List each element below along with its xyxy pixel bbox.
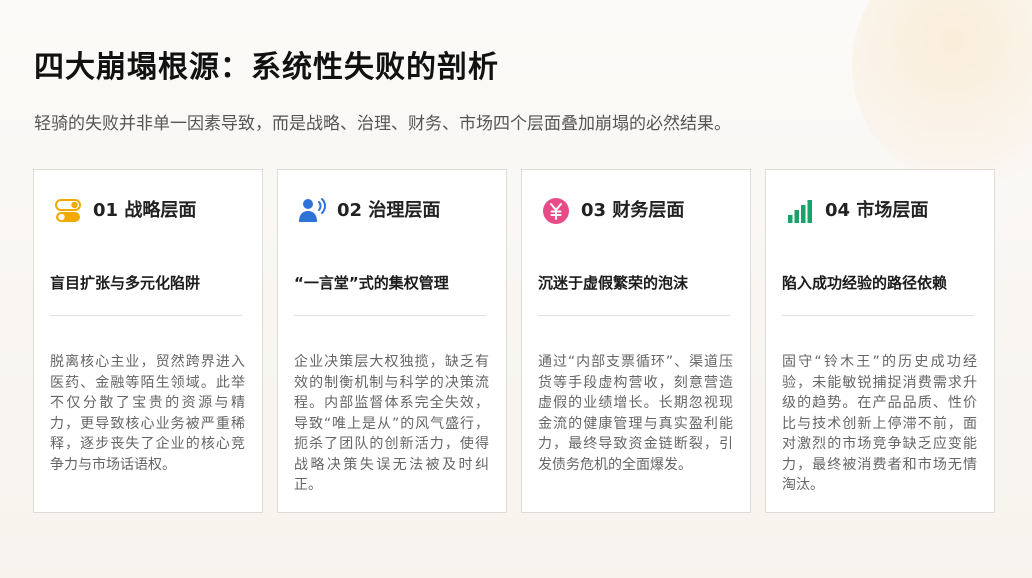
card-body: 企业决策层大权独揽，缺乏有效的制衡机制与科学的决策流程。内部监督体系完全失效，导…: [294, 354, 489, 493]
card-divider: [50, 315, 242, 316]
card-subtitle: 沉迷于虚假繁荣的泡沫: [538, 274, 689, 292]
card-divider: [782, 315, 974, 316]
speaking-person-icon: [296, 195, 328, 227]
card-title: 01 战略层面: [93, 200, 197, 221]
card-divider: [538, 315, 730, 316]
card-title: 03 财务层面: [581, 200, 685, 221]
cards-row: 01 战略层面 盲目扩张与多元化陷阱 脱离核心主业，贸然跨界进入医药、金融等陌生…: [33, 169, 995, 513]
card-body: 固守“铃木王”的历史成功经验，未能敏锐捕捉消费需求升级的趋势。在产品品质、性价比…: [782, 354, 977, 493]
bar-chart-icon: [784, 195, 816, 227]
card-subtitle: 陷入成功经验的路径依赖: [782, 274, 948, 292]
card-body: 脱离核心主业，贸然跨界进入医药、金融等陌生领域。此举不仅分散了宝贵的资源与精力，…: [50, 354, 245, 473]
card-header: 03 财务层面: [540, 194, 684, 228]
card-subtitle: 盲目扩张与多元化陷阱: [50, 274, 201, 292]
card-body: 通过“内部支票循环”、渠道压货等手段虚构营收，刻意营造虚假的业绩增长。长期忽视现…: [538, 354, 733, 473]
card-finance: 03 财务层面 沉迷于虚假繁荣的泡沫 通过“内部支票循环”、渠道压货等手段虚构营…: [521, 169, 751, 513]
slide: 四大崩塌根源：系统性失败的剖析 轻骑的失败并非单一因素导致，而是战略、治理、财务…: [0, 0, 1032, 578]
card-divider: [294, 315, 486, 316]
page-title: 四大崩塌根源：系统性失败的剖析: [34, 50, 499, 85]
card-header: 04 市场层面: [784, 194, 928, 228]
card-header: 02 治理层面: [296, 194, 440, 228]
yen-coin-icon: [540, 195, 572, 227]
card-title: 02 治理层面: [337, 200, 441, 221]
toggle-switch-icon: [52, 195, 84, 227]
card-subtitle: “一言堂”式的集权管理: [294, 274, 449, 292]
card-header: 01 战略层面: [52, 194, 196, 228]
card-strategy: 01 战略层面 盲目扩张与多元化陷阱 脱离核心主业，贸然跨界进入医药、金融等陌生…: [33, 169, 263, 513]
card-title: 04 市场层面: [825, 200, 929, 221]
card-market: 04 市场层面 陷入成功经验的路径依赖 固守“铃木王”的历史成功经验，未能敏锐捕…: [765, 169, 995, 513]
card-governance: 02 治理层面 “一言堂”式的集权管理 企业决策层大权独揽，缺乏有效的制衡机制与…: [277, 169, 507, 513]
background-decoration: [852, 0, 1032, 190]
page-subtitle: 轻骑的失败并非单一因素导致，而是战略、治理、财务、市场四个层面叠加崩塌的必然结果…: [34, 114, 731, 134]
